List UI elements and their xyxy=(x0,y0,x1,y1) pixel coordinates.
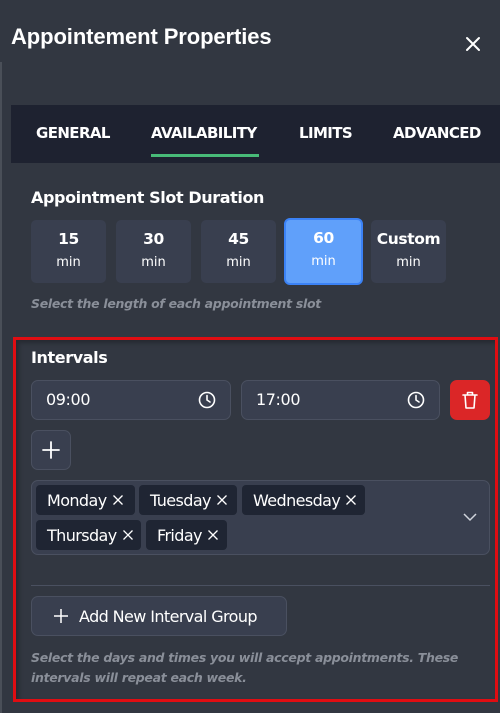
slot-option-60[interactable]: 60 min xyxy=(284,218,363,285)
slot-option-45[interactable]: 45 min xyxy=(201,220,276,283)
slot-duration-title: Appointment Slot Duration xyxy=(31,188,265,207)
day-chip-label: Wednesday xyxy=(253,490,341,510)
trash-icon xyxy=(462,391,478,409)
slot-unit: min xyxy=(311,254,336,269)
slot-unit: min xyxy=(56,255,81,270)
slot-unit: min xyxy=(226,255,251,270)
start-time-value: 09:00 xyxy=(46,390,91,409)
slot-option-15[interactable]: 15 min xyxy=(31,220,106,283)
tab-general[interactable]: GENERAL xyxy=(36,124,110,142)
clock-icon[interactable] xyxy=(198,391,216,409)
add-interval-group-label: Add New Interval Group xyxy=(79,606,258,626)
plus-icon xyxy=(42,441,60,459)
start-time-input[interactable]: 09:00 xyxy=(31,380,231,420)
close-button[interactable] xyxy=(459,30,487,58)
chevron-down-icon[interactable] xyxy=(462,511,478,523)
dialog-header: Appointement Properties xyxy=(0,0,500,70)
day-chip-thursday: Thursday xyxy=(36,520,141,550)
remove-chip-icon[interactable] xyxy=(207,529,219,541)
slot-unit: min xyxy=(141,255,166,270)
remove-chip-icon[interactable] xyxy=(112,494,124,506)
slot-value: 30 xyxy=(143,230,164,248)
clock-icon[interactable] xyxy=(407,391,425,409)
slot-value: 15 xyxy=(58,230,79,248)
active-tab-indicator xyxy=(151,154,259,157)
slot-duration-hint: Select the length of each appointment sl… xyxy=(31,296,321,311)
tab-advanced[interactable]: ADVANCED xyxy=(393,124,481,142)
delete-interval-button[interactable] xyxy=(450,380,490,420)
close-icon xyxy=(466,37,480,51)
intervals-title: Intervals xyxy=(31,348,108,367)
day-chip-label: Monday xyxy=(47,490,107,510)
end-time-input[interactable]: 17:00 xyxy=(241,380,440,420)
section-divider xyxy=(31,585,490,586)
day-chip-label: Friday xyxy=(157,525,203,545)
add-interval-group-button[interactable]: Add New Interval Group xyxy=(31,596,287,636)
day-chip-wednesday: Wednesday xyxy=(242,485,365,515)
end-time-value: 17:00 xyxy=(256,390,301,409)
day-chip-label: Thursday xyxy=(47,525,117,545)
tab-limits[interactable]: LIMITS xyxy=(299,124,353,142)
slot-value: 45 xyxy=(228,230,249,248)
day-chip-friday: Friday xyxy=(146,520,227,550)
intervals-hint-line1: Select the days and times you will accep… xyxy=(31,650,459,665)
day-chip-label: Tuesday xyxy=(150,490,212,510)
slot-unit: min xyxy=(396,255,421,270)
add-time-range-button[interactable] xyxy=(31,430,71,470)
slot-value: 60 xyxy=(313,229,334,247)
panel-edge xyxy=(0,62,2,713)
plus-icon xyxy=(54,609,68,623)
slot-option-custom[interactable]: Custom min xyxy=(371,220,446,283)
tab-availability[interactable]: AVAILABILITY xyxy=(151,124,257,142)
remove-chip-icon[interactable] xyxy=(216,494,228,506)
dialog-title: Appointement Properties xyxy=(11,24,272,49)
slot-value: Custom xyxy=(376,230,441,248)
days-multiselect[interactable]: Monday Tuesday Wednesday Thursday Friday xyxy=(31,480,490,555)
remove-chip-icon[interactable] xyxy=(345,494,357,506)
remove-chip-icon[interactable] xyxy=(122,529,134,541)
slot-option-30[interactable]: 30 min xyxy=(116,220,191,283)
day-chip-tuesday: Tuesday xyxy=(139,485,237,515)
intervals-hint-line2: intervals will repeat each week. xyxy=(31,670,247,685)
day-chip-monday: Monday xyxy=(36,485,135,515)
